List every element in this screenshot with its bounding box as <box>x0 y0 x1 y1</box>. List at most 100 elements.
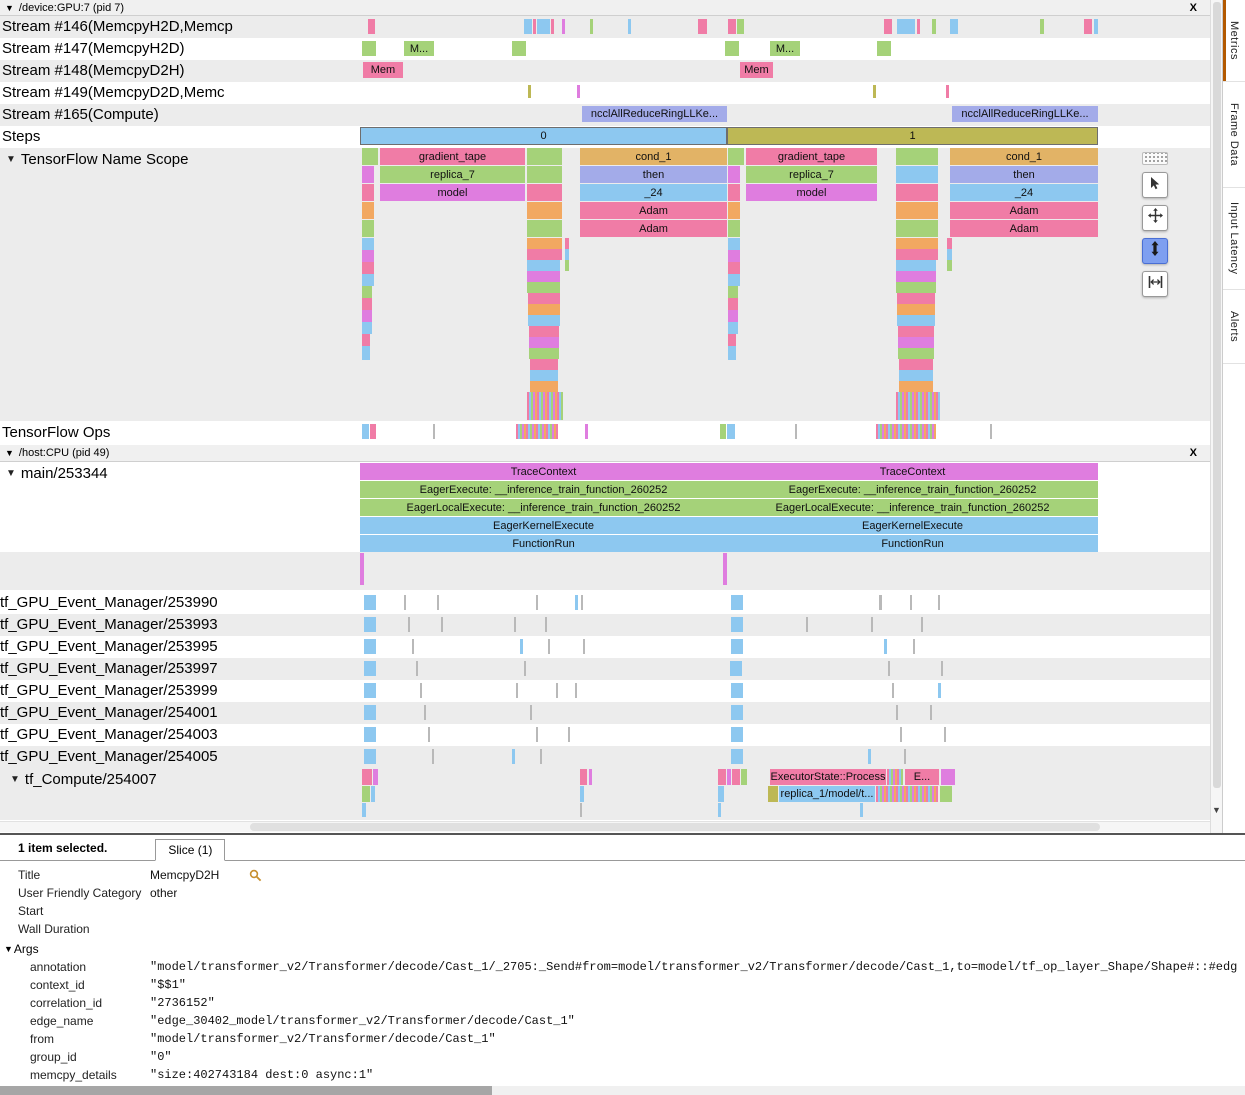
trace-event[interactable] <box>527 148 562 165</box>
trace-event[interactable] <box>529 348 559 359</box>
trace-event[interactable] <box>728 19 736 34</box>
cpu-section-header[interactable]: ▼ /host:CPU (pid 49) X <box>0 445 1210 462</box>
trace-event[interactable] <box>428 727 430 742</box>
trace-event[interactable] <box>728 322 738 334</box>
track-label[interactable]: Stream #146(MemcpyH2D,Memcp <box>2 18 233 35</box>
trace-event[interactable] <box>737 19 744 34</box>
trace-event[interactable] <box>871 617 873 632</box>
trace-event[interactable]: Adam <box>950 220 1098 237</box>
track-label[interactable]: Stream #165(Compute) <box>2 106 159 123</box>
trace-event[interactable] <box>360 553 364 585</box>
trace-event[interactable] <box>589 769 592 785</box>
gpu-close-button[interactable]: X <box>1190 2 1197 14</box>
trace-event[interactable] <box>917 19 920 34</box>
trace-event[interactable] <box>362 286 372 298</box>
trace-event[interactable] <box>1084 19 1092 34</box>
trace-event[interactable] <box>364 595 376 610</box>
trace-event[interactable] <box>432 749 434 764</box>
select-tool-button[interactable] <box>1142 172 1168 198</box>
trace-event[interactable] <box>896 260 936 271</box>
trace-event[interactable] <box>728 238 740 250</box>
trace-event[interactable] <box>548 639 550 654</box>
track-label[interactable]: tf_GPU_Event_Manager/253990 <box>0 594 218 611</box>
trace-event[interactable] <box>362 298 372 310</box>
trace-event[interactable] <box>718 786 724 802</box>
trace-event[interactable] <box>728 148 744 165</box>
trace-event[interactable] <box>412 639 414 654</box>
trace-event[interactable] <box>565 260 569 271</box>
trace-event[interactable] <box>896 166 938 183</box>
trace-event[interactable] <box>516 683 518 698</box>
trace-event[interactable] <box>364 661 376 676</box>
trace-event[interactable] <box>877 41 891 56</box>
trace-event[interactable] <box>512 41 526 56</box>
trace-event[interactable] <box>941 769 955 785</box>
trace-event[interactable] <box>540 749 542 764</box>
trace-event[interactable] <box>731 617 743 632</box>
trace-event[interactable] <box>897 315 935 326</box>
trace-event[interactable] <box>364 749 376 764</box>
trace-event[interactable] <box>437 595 439 610</box>
zoom-tool-button[interactable] <box>1142 238 1168 264</box>
trace-event[interactable] <box>527 202 562 219</box>
trace-event[interactable] <box>731 727 743 742</box>
trace-event[interactable] <box>1040 19 1044 34</box>
trace-event[interactable]: replica_1/model/t... <box>779 786 875 802</box>
details-horizontal-scrollbar[interactable] <box>0 1086 1245 1095</box>
trace-event[interactable] <box>527 260 560 271</box>
trace-event[interactable] <box>728 262 740 274</box>
tab-frame-data[interactable]: Frame Data <box>1223 82 1245 188</box>
trace-event[interactable] <box>565 238 569 249</box>
trace-event[interactable] <box>727 424 735 439</box>
trace-event[interactable] <box>731 749 743 764</box>
trace-event[interactable]: ExecutorState::Process <box>770 769 886 785</box>
trace-event[interactable] <box>897 293 935 304</box>
trace-event[interactable] <box>362 250 374 262</box>
trace-event[interactable]: ncclAllReduceRingLLKe... <box>582 106 727 122</box>
vertical-scrollbar[interactable]: ▼ <box>1210 0 1222 833</box>
trace-event[interactable] <box>530 705 532 720</box>
trace-event[interactable] <box>568 727 570 742</box>
trace-event[interactable] <box>768 786 778 802</box>
track-label[interactable]: Stream #148(MemcpyD2H) <box>2 62 185 79</box>
trace-event[interactable] <box>947 238 952 249</box>
track-label[interactable]: ▼main/253344 <box>6 465 108 482</box>
trace-event[interactable] <box>938 595 940 610</box>
trace-event[interactable] <box>884 19 892 34</box>
trace-event[interactable] <box>950 19 958 34</box>
trace-event[interactable] <box>868 749 871 764</box>
trace-event[interactable] <box>728 250 740 262</box>
track-label[interactable]: TensorFlow Ops <box>2 424 110 441</box>
tab-slice[interactable]: Slice (1) <box>155 839 225 861</box>
trace-event[interactable] <box>899 370 933 381</box>
cpu-close-button[interactable]: X <box>1190 447 1197 459</box>
track-label[interactable]: tf_GPU_Event_Manager/254001 <box>0 704 218 721</box>
track-label[interactable]: tf_GPU_Event_Manager/254003 <box>0 726 218 743</box>
scrollbar-thumb[interactable] <box>0 1086 492 1095</box>
trace-event[interactable] <box>732 769 740 785</box>
trace-event[interactable] <box>896 184 938 201</box>
trace-event[interactable]: model <box>380 184 525 201</box>
trace-event[interactable]: EagerKernelExecute <box>360 517 727 534</box>
trace-event[interactable]: _24 <box>950 184 1098 201</box>
track-label[interactable]: ▼TensorFlow Name Scope <box>6 151 188 168</box>
trace-event[interactable] <box>730 661 742 676</box>
trace-event[interactable] <box>362 803 366 817</box>
trace-event[interactable] <box>731 639 743 654</box>
trace-event[interactable] <box>728 310 738 322</box>
tab-metrics[interactable]: Metrics <box>1223 0 1245 82</box>
trace-event[interactable] <box>741 769 747 785</box>
track-label[interactable]: tf_GPU_Event_Manager/254005 <box>0 748 218 765</box>
trace-event[interactable] <box>529 337 559 348</box>
trace-event[interactable] <box>876 424 936 439</box>
trace-event[interactable] <box>420 683 422 698</box>
trace-event[interactable] <box>565 249 569 260</box>
trace-event[interactable] <box>530 359 558 370</box>
trace-event[interactable] <box>575 683 577 698</box>
trace-event[interactable] <box>362 769 372 785</box>
trace-event[interactable] <box>940 786 952 802</box>
trace-event[interactable] <box>371 786 375 802</box>
trace-event[interactable]: Mem <box>740 62 773 78</box>
trace-event[interactable] <box>590 19 593 34</box>
trace-event[interactable]: then <box>580 166 727 183</box>
